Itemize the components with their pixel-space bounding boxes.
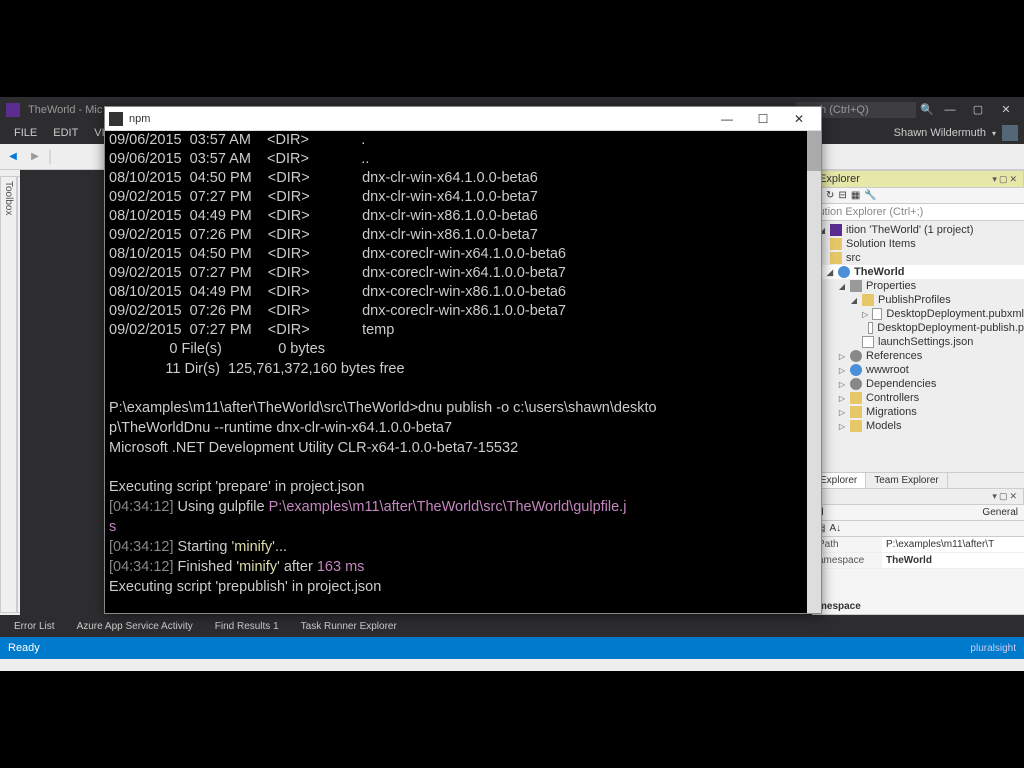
tree-item[interactable]: ◢Properties — [812, 279, 1024, 293]
tree-item[interactable]: ▷Models — [812, 419, 1024, 433]
close-button[interactable]: ✕ — [994, 103, 1018, 116]
brand-watermark: pluralsight — [970, 643, 1016, 654]
solution-search-input[interactable]: lution Explorer (Ctrl+;) — [812, 204, 1024, 221]
console-title-bar[interactable]: npm — ☐ ✕ — [105, 107, 821, 131]
properties-icon[interactable]: 🔧 — [864, 190, 876, 201]
solution-explorer-title: Explorer — [819, 173, 992, 185]
vs-title: TheWorld - Mic — [28, 104, 102, 116]
tree-item[interactable]: ◢PublishProfiles — [812, 293, 1024, 307]
tab-error-list[interactable]: Error List — [4, 619, 65, 634]
console-output[interactable]: 09/06/2015 03:57 AM <DIR> . 09/06/2015 0… — [105, 131, 821, 613]
tree-item[interactable]: Solution Items — [812, 237, 1024, 251]
forward-button[interactable]: ▶ — [26, 148, 44, 166]
tree-item[interactable]: ▷Migrations — [812, 405, 1024, 419]
tab-task-runner[interactable]: Task Runner Explorer — [291, 619, 407, 634]
tree-item[interactable]: launchSettings.json — [812, 335, 1024, 349]
bottom-tool-tabs: Error List Azure App Service Activity Fi… — [0, 615, 1024, 637]
back-button[interactable]: ◀ — [4, 148, 22, 166]
tab-find-results[interactable]: Find Results 1 — [205, 619, 289, 634]
tree-item[interactable]: ▷References — [812, 349, 1024, 363]
left-tool-tabs: Toolbox Server Explorer SQL Server Objec… — [0, 170, 20, 615]
tab-azure[interactable]: Azure App Service Activity — [67, 619, 203, 634]
tab-team-explorer[interactable]: Team Explorer — [866, 473, 947, 488]
category-label: General — [982, 507, 1018, 518]
solution-tree: ◢ ition 'TheWorld' (1 project) Solution … — [812, 221, 1024, 472]
console-close-button[interactable]: ✕ — [781, 112, 817, 126]
vs-logo-icon — [6, 103, 20, 117]
solution-root[interactable]: ◢ ition 'TheWorld' (1 project) — [812, 223, 1024, 237]
props-dropdown[interactable]: d — [818, 507, 982, 518]
solution-explorer-header[interactable]: Explorer ▾▢✕ — [812, 170, 1024, 188]
tree-item[interactable]: ▷DesktopDeployment.pubxml — [812, 307, 1024, 321]
solution-toolbar: ⌂ ↻ ⊟ ▦ 🔧 — [812, 188, 1024, 204]
console-maximize-button[interactable]: ☐ — [745, 112, 781, 126]
show-all-icon[interactable]: ▦ — [851, 190, 860, 201]
user-avatar-icon[interactable] — [1002, 125, 1018, 141]
tree-item[interactable]: ◢TheWorld — [812, 265, 1024, 279]
status-text: Ready — [8, 642, 40, 654]
menu-file[interactable]: FILE — [6, 127, 45, 139]
properties-header[interactable]: ▾▢✕ — [812, 488, 1024, 505]
console-title: npm — [129, 113, 150, 125]
user-name[interactable]: Shawn Wildermuth — [894, 127, 986, 139]
collapse-icon[interactable]: ⊟ — [838, 190, 846, 201]
search-icon[interactable]: 🔍 — [920, 103, 934, 116]
console-window[interactable]: npm — ☐ ✕ 09/06/2015 03:57 AM <DIR> . 09… — [104, 106, 822, 614]
status-bar: Ready pluralsight — [0, 637, 1024, 659]
tree-item[interactable]: ▷Dependencies — [812, 377, 1024, 391]
tree-item[interactable]: ▷wwwroot — [812, 363, 1024, 377]
tree-item[interactable]: src — [812, 251, 1024, 265]
console-minimize-button[interactable]: — — [709, 112, 745, 126]
alpha-icon[interactable]: A↓ — [829, 523, 841, 534]
props-description: mespace — [812, 599, 1024, 615]
console-icon — [109, 112, 123, 126]
maximize-button[interactable]: ▢ — [966, 103, 990, 116]
tree-item[interactable]: DesktopDeployment-publish.p — [812, 321, 1024, 335]
toolbox-tab[interactable]: Toolbox — [0, 176, 17, 613]
minimize-button[interactable]: — — [938, 104, 962, 116]
menu-edit[interactable]: EDIT — [45, 127, 86, 139]
refresh-icon[interactable]: ↻ — [826, 190, 834, 201]
tree-item[interactable]: ▷Controllers — [812, 391, 1024, 405]
console-scrollbar[interactable] — [807, 131, 821, 613]
prop-row-namespace[interactable]: amespace TheWorld — [812, 553, 1024, 569]
prop-row-path[interactable]: Path P:\examples\m11\after\T — [812, 537, 1024, 553]
